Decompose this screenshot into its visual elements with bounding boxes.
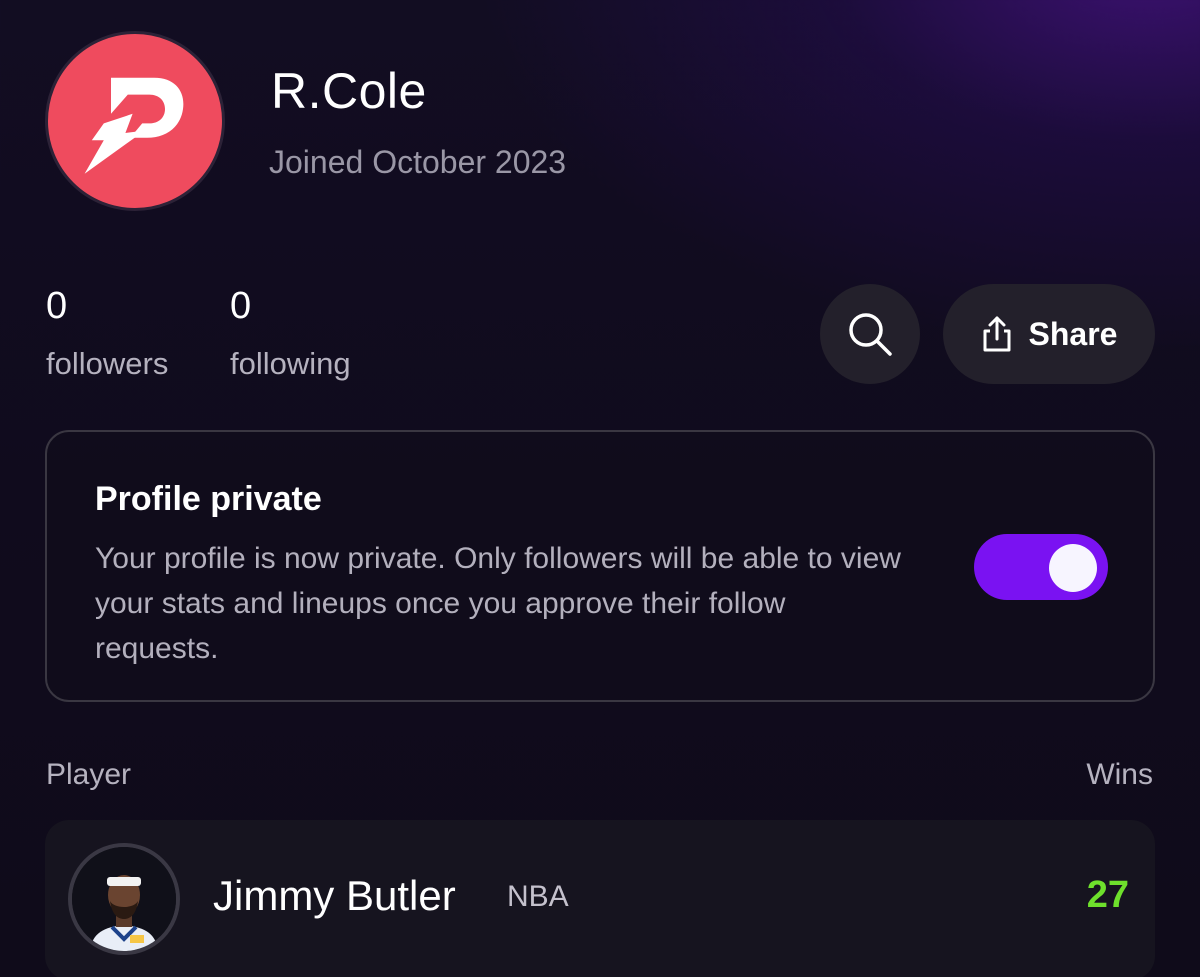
privacy-title: Profile private xyxy=(95,480,322,518)
privacy-card: Profile private Your profile is now priv… xyxy=(45,430,1155,702)
prizepicks-logo-icon xyxy=(84,77,184,174)
share-icon xyxy=(983,316,1011,352)
list-item[interactable]: Jimmy Butler NBA 27 xyxy=(45,820,1155,977)
share-button[interactable]: Share xyxy=(943,284,1155,384)
share-label: Share xyxy=(1028,315,1118,352)
private-profile-toggle[interactable] xyxy=(974,534,1108,600)
player-name: Jimmy Butler xyxy=(213,872,456,919)
player-league-badge: NBA xyxy=(507,880,569,913)
username: R.Cole xyxy=(271,63,427,119)
search-button[interactable] xyxy=(820,284,920,384)
following-label: following xyxy=(230,346,351,381)
privacy-description: Your profile is now private. Only follow… xyxy=(95,542,901,665)
player-headshot-icon xyxy=(72,847,176,951)
followers-stat[interactable]: 0 followers xyxy=(46,286,168,382)
player-wins: 27 xyxy=(1086,874,1129,916)
column-header-wins: Wins xyxy=(1086,758,1153,791)
player-avatar xyxy=(68,843,180,955)
following-count: 0 xyxy=(230,285,252,327)
followers-count: 0 xyxy=(46,285,68,327)
profile-avatar[interactable] xyxy=(45,31,225,211)
toggle-knob xyxy=(1049,544,1097,592)
search-icon xyxy=(849,313,892,356)
following-stat[interactable]: 0 following xyxy=(230,286,351,382)
joined-date: Joined October 2023 xyxy=(269,144,567,180)
followers-label: followers xyxy=(46,346,169,381)
column-header-player: Player xyxy=(46,758,132,791)
